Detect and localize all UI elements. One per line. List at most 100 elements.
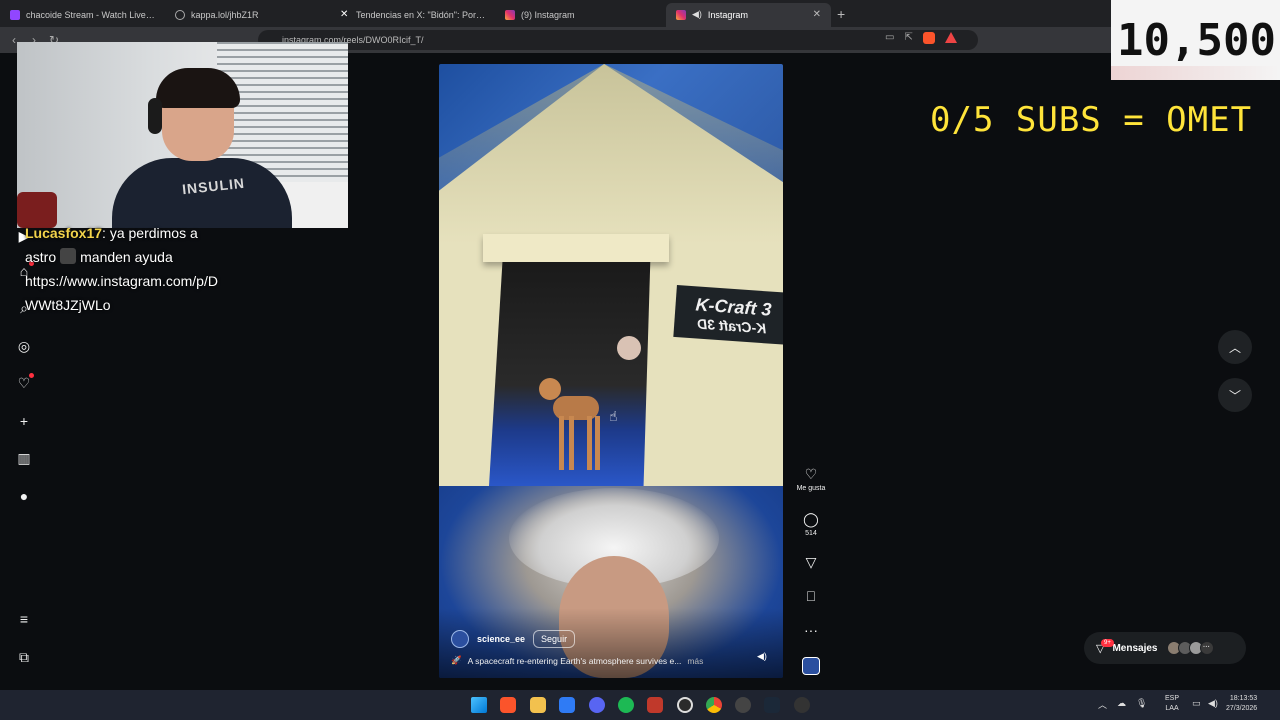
counter-stripe	[1111, 66, 1280, 80]
system-clock[interactable]: 18:13:53 27/3/2026	[1226, 694, 1257, 714]
video-scene-bottom	[439, 486, 783, 678]
streamer: INSULIN	[112, 68, 292, 228]
caption-more-link[interactable]: más	[687, 656, 703, 666]
mic-icon[interactable]: 🎙	[1136, 698, 1147, 711]
author-username[interactable]: science_ee	[477, 634, 525, 644]
tab-kappa[interactable]: kappa.lol/jhbZ1R	[165, 3, 330, 27]
sign-text-mirrored: K-Craft 3D	[697, 315, 768, 336]
brave-icon[interactable]	[500, 697, 516, 713]
create-icon[interactable]: +	[16, 413, 32, 429]
reel-author-row: science_ee Seguir	[451, 630, 576, 648]
spotify-icon[interactable]	[618, 697, 634, 713]
network-icon[interactable]: ▭	[1192, 698, 1201, 709]
sub-goal-overlay: 0/5 SUBS = OMET	[930, 100, 1253, 140]
menu-icon[interactable]: ≡	[16, 611, 32, 627]
close-tab-icon[interactable]: ✕	[813, 9, 821, 20]
x-favicon-icon: ✕	[340, 8, 349, 20]
cloud-icon[interactable]: ☁	[1117, 698, 1126, 711]
chat-line-1: Lucasfox17: ya perdimos a	[25, 221, 325, 245]
rocket-icon: 🚀	[451, 655, 462, 665]
dog-leg	[587, 416, 592, 470]
bookmark-icon: ⎕	[806, 588, 816, 604]
video-scene-top: K-Craft 3 K-Craft 3D ☝	[439, 64, 783, 486]
clock-date: 27/3/2026	[1226, 705, 1258, 712]
follow-button[interactable]: Seguir	[533, 630, 576, 648]
c-app-icon[interactable]	[677, 697, 693, 713]
tab-x[interactable]: ✕ Tendencias en X: "Bidón": Por este g	[330, 3, 495, 27]
streamer-hair	[156, 68, 240, 108]
like-button[interactable]: ♡ Me gusta	[793, 465, 829, 492]
lang-bottom: LAA	[1165, 705, 1179, 712]
messages-button[interactable]: ▽ Mensajes ···	[1084, 632, 1246, 664]
system-tray: ︿ ☁ 🎙	[1098, 698, 1147, 711]
counter-value: 10,500	[1117, 14, 1276, 66]
brave-rewards-icon[interactable]	[944, 32, 957, 43]
chat-text: astro	[25, 249, 57, 265]
file-explorer-icon[interactable]	[530, 697, 546, 713]
bing-icon[interactable]	[559, 697, 575, 713]
share-icon: ▽	[805, 554, 817, 570]
recorder-icon[interactable]	[735, 697, 751, 713]
share-page-icon[interactable]: ⇱	[904, 32, 912, 44]
author-avatar[interactable]	[451, 630, 469, 648]
more-icon: ···	[804, 622, 818, 638]
tab-instagram-active[interactable]: ◀) Instagram ✕	[666, 2, 831, 27]
k-craft-sign: K-Craft 3 K-Craft 3D	[673, 285, 783, 345]
explore-icon[interactable]: ◎	[16, 338, 32, 354]
follower-counter-overlay: 10,500	[1111, 0, 1280, 80]
chat-text: manden ayuda	[80, 249, 173, 265]
chevron-up-icon: ︿	[1228, 340, 1241, 355]
clock-time: 18:13:53	[1229, 695, 1258, 702]
tray-expand-icon[interactable]: ︿	[1098, 698, 1107, 711]
install-app-icon[interactable]: ▭	[885, 32, 894, 44]
caption-text: A spacecraft re-entering Earth's atmosph…	[467, 655, 682, 666]
browser-tab-bar: chacoide Stream - Watch Live on kappa.lo…	[0, 0, 1280, 27]
save-button[interactable]: ⎕	[793, 587, 829, 605]
chat-text: : ya perdimos a	[102, 225, 198, 241]
next-reel-button[interactable]: ﹀	[1218, 378, 1252, 412]
recent-contacts: ···	[1166, 641, 1214, 655]
previous-reel-button[interactable]: ︿	[1218, 330, 1252, 364]
messages-badge: 9+	[1101, 639, 1114, 647]
dog-head	[539, 378, 561, 400]
brave-shields-icon[interactable]	[922, 32, 935, 44]
headset-icon	[148, 98, 162, 134]
chat-link-line-2: WWt8JZjWLo	[25, 297, 111, 313]
profile-icon[interactable]: ●	[16, 488, 32, 504]
language-indicator[interactable]: ESP LAA	[1165, 694, 1179, 714]
tab-title: Tendencias en X: "Bidón": Por este g	[356, 9, 485, 20]
media-player-icon[interactable]	[794, 697, 810, 713]
more-apps-icon[interactable]: ⧉	[16, 649, 32, 665]
emote-icon	[60, 248, 77, 264]
hand-cursor-icon: ☝	[609, 408, 618, 424]
url-input[interactable]: instagram.com/reels/DWO0RIcif_T/	[258, 30, 978, 50]
audio-thumbnail[interactable]	[802, 657, 820, 675]
volume-tray-icon[interactable]: ◀)	[1208, 698, 1218, 709]
chevron-down-icon: ﹀	[1228, 388, 1241, 403]
instagram-favicon-icon	[505, 9, 515, 20]
windows-taskbar: ︿ ☁ 🎙 ESP LAA ▭ ◀) 18:13:53 27/3/2026	[0, 690, 1280, 720]
reel-caption[interactable]: 🚀 A spacecraft re-entering Earth's atmos…	[451, 655, 751, 666]
roof-shading	[439, 64, 783, 244]
heart-icon[interactable]: ♡	[16, 373, 34, 391]
new-tab-button[interactable]: +	[837, 6, 845, 22]
doghouse-lintel	[483, 234, 669, 262]
lang-top: ESP	[1165, 695, 1180, 702]
more-button[interactable]: ···	[793, 621, 829, 639]
insights-icon[interactable]: ▥	[16, 450, 32, 466]
tab-title: kappa.lol/jhbZ1R	[191, 9, 259, 20]
reel-video[interactable]: K-Craft 3 K-Craft 3D ☝ science_ee Seguir	[439, 64, 783, 678]
screen: chacoide Stream - Watch Live on kappa.lo…	[0, 0, 1280, 720]
comment-button[interactable]: ◯ 514	[793, 510, 829, 537]
share-button[interactable]: ▽	[793, 553, 829, 571]
meter-app-icon[interactable]	[647, 697, 663, 713]
instagram-favicon-icon	[676, 9, 686, 20]
discord-icon[interactable]	[589, 697, 605, 713]
start-icon[interactable]	[471, 697, 487, 713]
tab-instagram-9[interactable]: (9) Instagram	[495, 3, 660, 27]
steam-icon[interactable]	[764, 697, 780, 713]
chrome-icon[interactable]	[706, 697, 722, 713]
volume-icon[interactable]: ◀)	[757, 651, 767, 662]
chat-line-2: astro manden ayuda	[25, 245, 325, 269]
address-bar-actions: ▭ ⇱	[885, 32, 957, 44]
